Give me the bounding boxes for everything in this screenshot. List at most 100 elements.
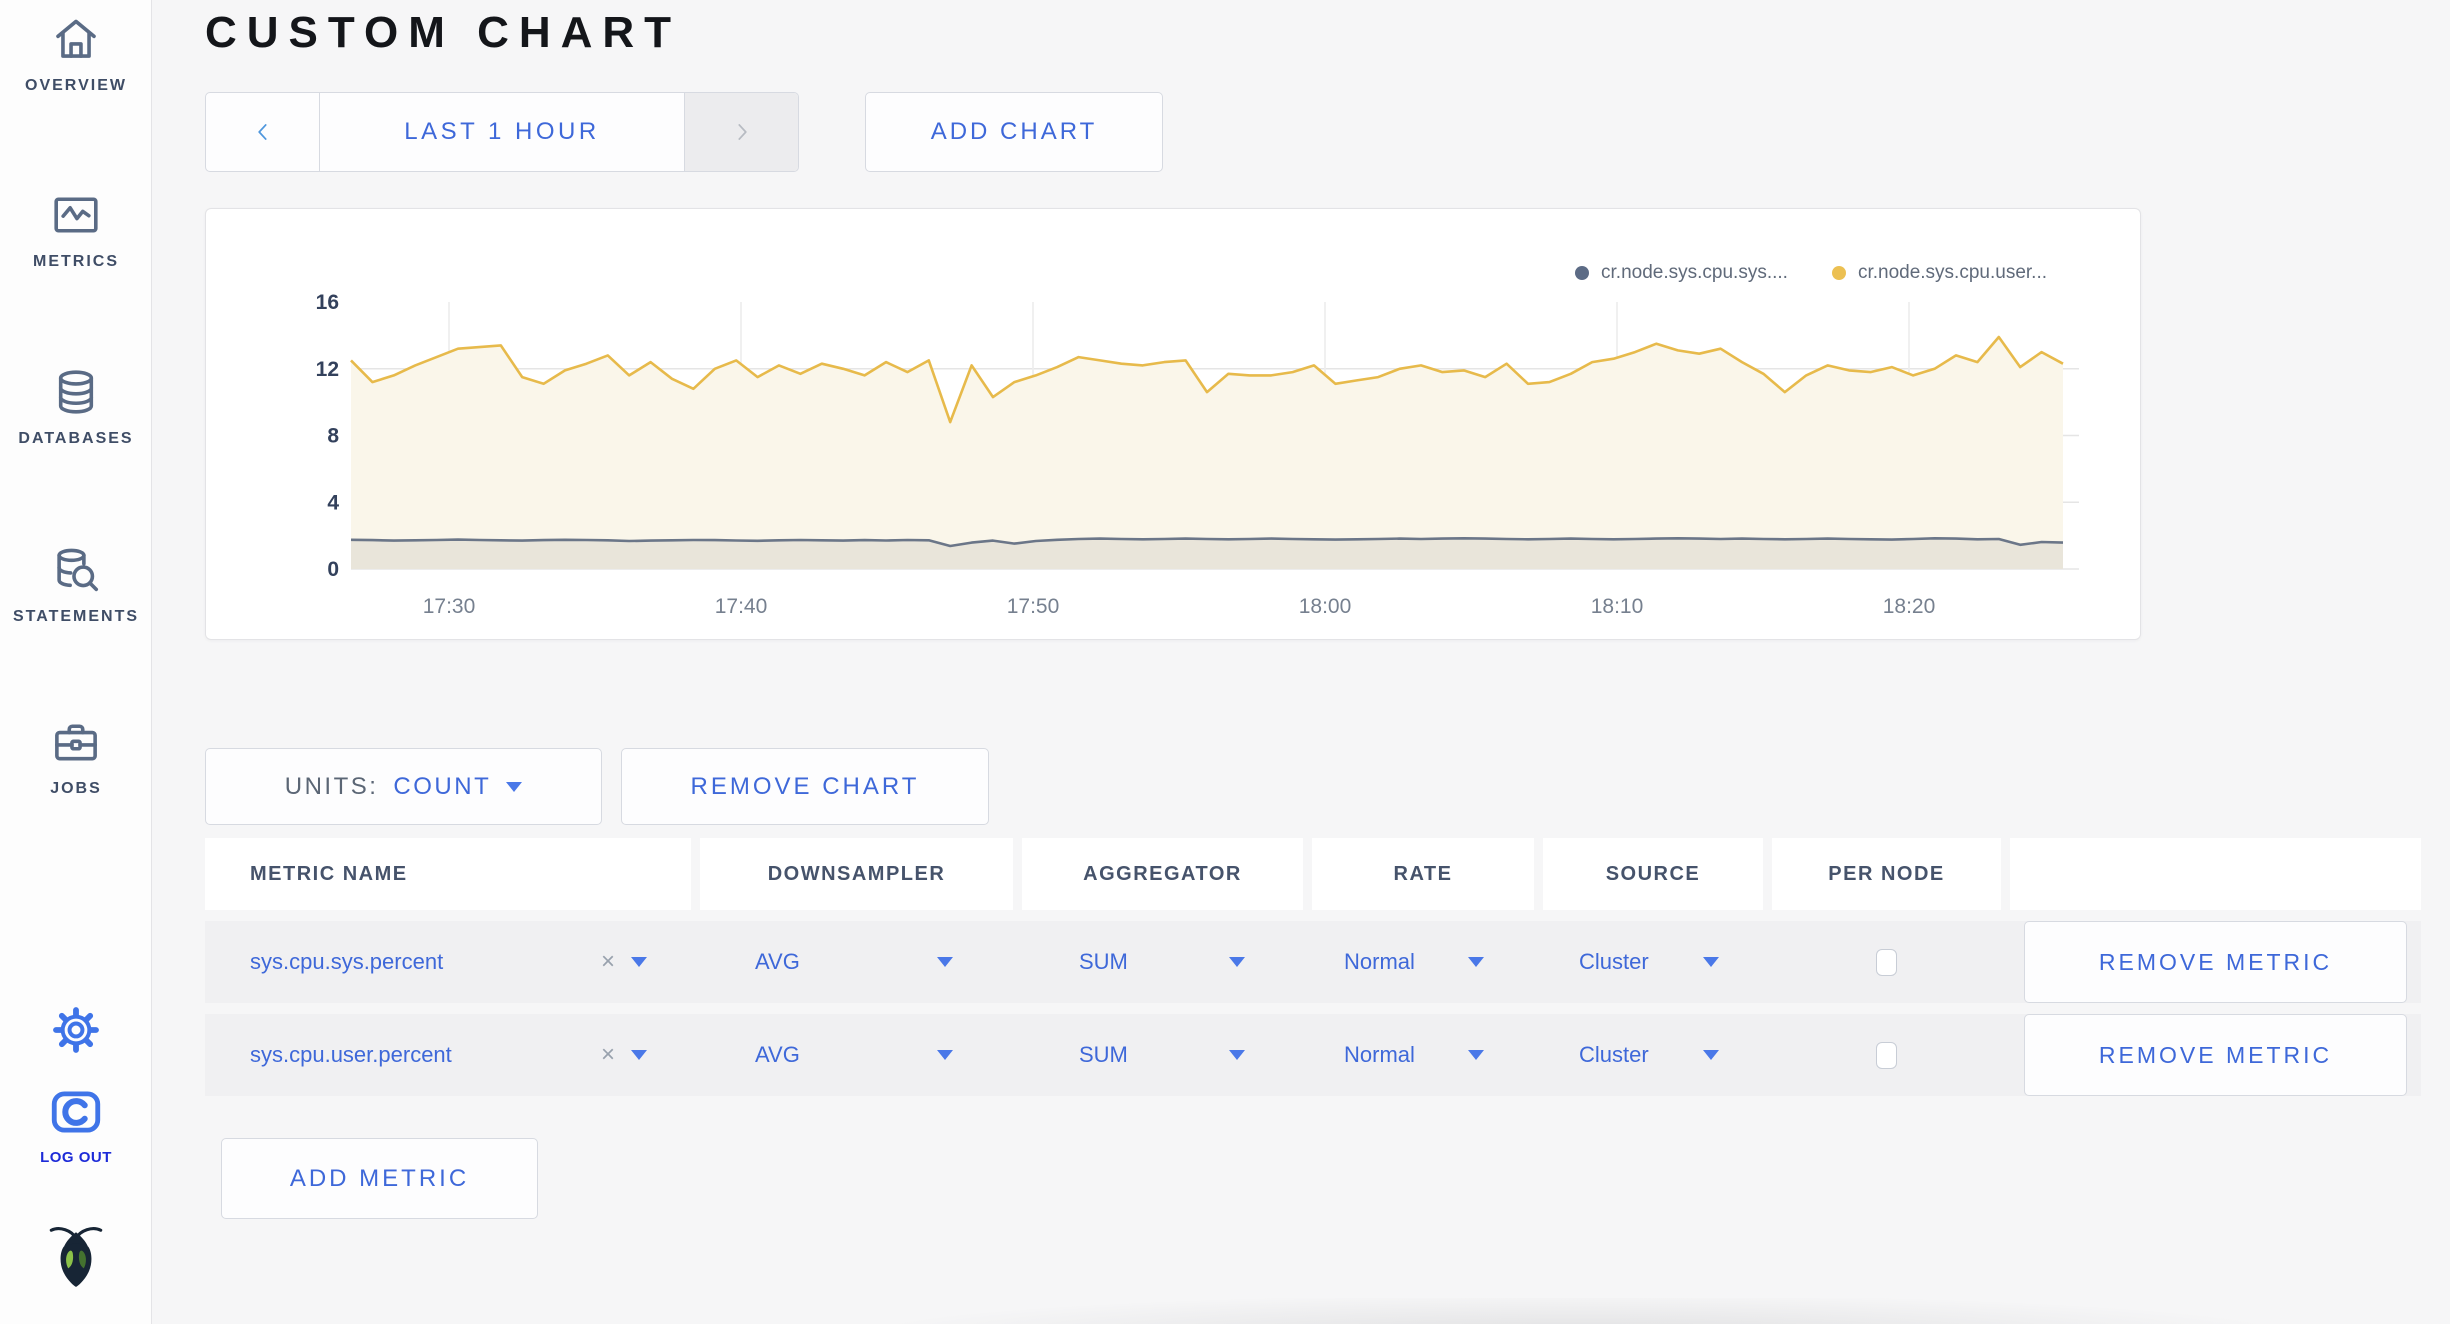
chevron-down-icon — [1468, 957, 1484, 967]
rate-dropdown[interactable]: Normal — [1312, 1014, 1534, 1096]
downsampler-value: AVG — [755, 949, 800, 974]
chart-legend: cr.node.sys.cpu.sys.... cr.node.sys.cpu.… — [1575, 262, 2047, 284]
metrics-table: METRIC NAME DOWNSAMPLER AGGREGATOR RATE … — [205, 838, 2421, 1096]
col-header-aggregator: AGGREGATOR — [1022, 838, 1303, 910]
chevron-down-icon — [937, 1050, 953, 1060]
svg-text:12: 12 — [316, 358, 339, 381]
jobs-icon — [55, 724, 97, 761]
logout-label: LOG OUT — [40, 1149, 112, 1166]
main-content: CUSTOM CHART LAST 1 HOUR ADD CHART 0 4 8 12… — [152, 0, 2450, 1324]
gear-icon — [53, 1007, 99, 1053]
legend-label: cr.node.sys.cpu.sys.... — [1601, 262, 1788, 283]
time-range-picker: LAST 1 HOUR — [205, 92, 799, 172]
units-value: COUNT — [393, 772, 492, 800]
units-dropdown[interactable]: UNITS: COUNT — [205, 748, 602, 825]
per-node-checkbox[interactable] — [1876, 1041, 1897, 1069]
clear-metric-icon[interactable]: × — [601, 948, 615, 976]
svg-text:17:50: 17:50 — [1007, 595, 1060, 618]
remove-chart-button[interactable]: REMOVE CHART — [621, 748, 989, 825]
sidebar: OVERVIEW METRICS DATABASES STATEMENTS JO… — [0, 0, 152, 1324]
logout-button[interactable]: LOG OUT — [0, 1083, 152, 1166]
rate-value: Normal — [1344, 949, 1415, 974]
chevron-left-icon — [257, 124, 267, 140]
col-header-empty — [2010, 838, 2421, 910]
metric-name-dropdown[interactable]: sys.cpu.sys.percent × — [205, 921, 691, 1003]
svg-text:17:30: 17:30 — [423, 595, 476, 618]
sidebar-item-label: METRICS — [33, 253, 119, 270]
units-label: UNITS: — [284, 772, 379, 800]
settings-button[interactable] — [0, 1005, 152, 1055]
svg-text:18:10: 18:10 — [1591, 595, 1644, 618]
downsampler-dropdown[interactable]: AVG — [700, 1014, 1013, 1096]
per-node-checkbox[interactable] — [1876, 948, 1897, 976]
metric-name-value: sys.cpu.user.percent — [250, 1042, 452, 1067]
legend-dot — [1831, 266, 1846, 280]
source-value: Cluster — [1579, 949, 1649, 974]
home-icon — [56, 19, 96, 58]
aggregator-dropdown[interactable]: SUM — [1022, 1014, 1303, 1096]
col-header-downsampler: DOWNSAMPLER — [700, 838, 1013, 910]
chevron-down-icon — [631, 957, 647, 967]
downsampler-dropdown[interactable]: AVG — [700, 921, 1013, 1003]
col-header-source: SOURCE — [1543, 838, 1763, 910]
svg-text:0: 0 — [327, 558, 339, 581]
bottom-scroll-shadow — [632, 1298, 2450, 1324]
sidebar-item-overview[interactable]: OVERVIEW — [0, 12, 152, 95]
chevron-down-icon — [1703, 957, 1719, 967]
metric-name-value: sys.cpu.sys.percent — [250, 949, 444, 974]
rate-value: Normal — [1344, 1042, 1415, 1067]
chevron-down-icon — [631, 1050, 647, 1060]
rate-dropdown[interactable]: Normal — [1312, 921, 1534, 1003]
chart-card: 0 4 8 12 16 17:30 17:40 17:50 18:00 18:10 18:20 cr… — [205, 208, 2141, 640]
sidebar-item-label: JOBS — [50, 780, 102, 797]
downsampler-value: AVG — [755, 1042, 800, 1067]
table-row: sys.cpu.user.percent × AVG SUM Normal Cl… — [205, 1014, 2421, 1096]
table-row: sys.cpu.sys.percent × AVG SUM Normal Clu… — [205, 921, 2421, 1003]
time-range-value[interactable]: LAST 1 HOUR — [320, 93, 684, 171]
svg-text:8: 8 — [327, 425, 339, 448]
metrics-icon — [54, 197, 98, 233]
legend-item-sys[interactable]: cr.node.sys.cpu.sys.... — [1575, 262, 1788, 284]
remove-metric-button[interactable]: REMOVE METRIC — [2024, 1014, 2407, 1096]
svg-text:18:20: 18:20 — [1883, 595, 1936, 618]
chevron-right-icon — [737, 124, 747, 140]
cockroach-bug-icon — [49, 1227, 103, 1287]
add-metric-button[interactable]: ADD METRIC — [221, 1138, 538, 1219]
legend-label: cr.node.sys.cpu.user... — [1857, 262, 2047, 283]
col-header-per-node: PER NODE — [1772, 838, 2001, 910]
sidebar-item-statements[interactable]: STATEMENTS — [0, 543, 152, 626]
legend-dot — [1575, 266, 1590, 280]
legend-item-user[interactable]: cr.node.sys.cpu.user... — [1831, 262, 2047, 284]
sidebar-item-label: DATABASES — [18, 430, 134, 447]
sidebar-item-databases[interactable]: DATABASES — [0, 365, 152, 448]
source-dropdown[interactable]: Cluster — [1543, 1014, 1763, 1096]
chevron-down-icon — [1468, 1050, 1484, 1060]
source-value: Cluster — [1579, 1042, 1649, 1067]
source-dropdown[interactable]: Cluster — [1543, 921, 1763, 1003]
page-title: CUSTOM CHART — [205, 8, 682, 57]
col-header-metric-name: METRIC NAME — [205, 838, 691, 910]
databases-icon — [58, 370, 94, 414]
metrics-table-header: METRIC NAME DOWNSAMPLER AGGREGATOR RATE … — [205, 838, 2421, 910]
chevron-down-icon — [937, 957, 953, 967]
chevron-down-icon — [1229, 1050, 1245, 1060]
aggregator-value: SUM — [1079, 949, 1128, 974]
aggregator-dropdown[interactable]: SUM — [1022, 921, 1303, 1003]
metric-name-dropdown[interactable]: sys.cpu.user.percent × — [205, 1014, 691, 1096]
cockroach-logo[interactable] — [0, 1222, 152, 1290]
chevron-down-icon — [1703, 1050, 1719, 1060]
clear-metric-icon[interactable]: × — [601, 1041, 615, 1069]
svg-text:16: 16 — [316, 291, 339, 314]
svg-text:17:40: 17:40 — [715, 595, 768, 618]
chevron-down-icon — [1229, 957, 1245, 967]
chevron-down-icon — [506, 781, 523, 792]
time-range-prev-button[interactable] — [206, 93, 320, 171]
sidebar-item-metrics[interactable]: METRICS — [0, 188, 152, 271]
sidebar-item-label: STATEMENTS — [12, 608, 140, 625]
time-range-next-button[interactable] — [684, 93, 798, 171]
remove-metric-button[interactable]: REMOVE METRIC — [2024, 921, 2407, 1003]
statements-icon — [57, 548, 99, 592]
sidebar-item-jobs[interactable]: JOBS — [0, 715, 152, 798]
svg-text:18:00: 18:00 — [1299, 595, 1352, 618]
add-chart-button[interactable]: ADD CHART — [865, 92, 1163, 172]
